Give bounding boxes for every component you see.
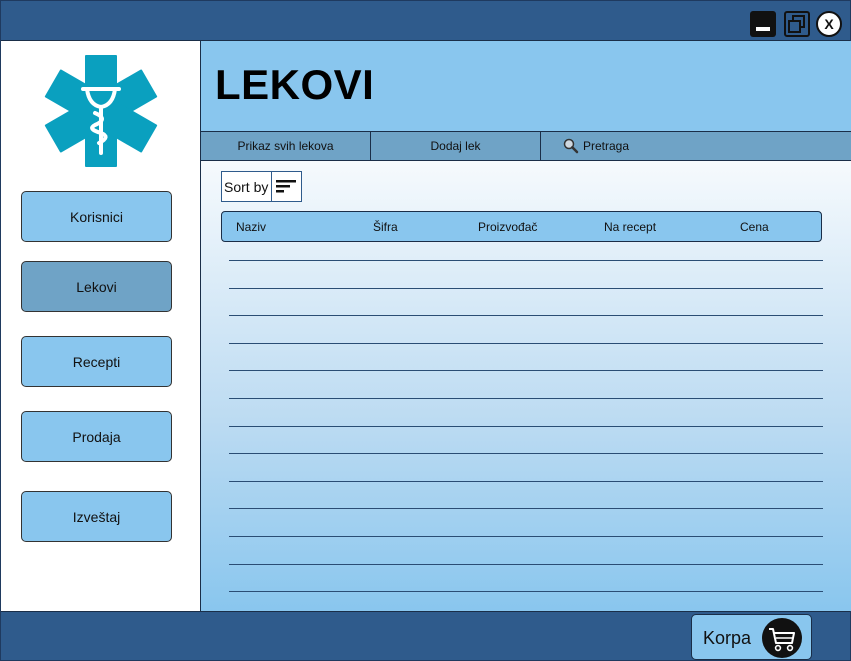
page-title: LEKOVI: [215, 61, 375, 108]
tab-pretraga[interactable]: Pretraga: [541, 132, 851, 160]
table-row[interactable]: [229, 536, 823, 537]
main-content: LEKOVI Prikaz svih lekova Dodaj lek Pret…: [201, 41, 851, 611]
sidebar-item-korisnici[interactable]: Korisnici: [21, 191, 172, 242]
cart-button[interactable]: Korpa: [691, 614, 812, 660]
app-window: X Korisnici Lekovi Recepti Prodaja Izveš…: [0, 0, 851, 661]
column-proizvodjac[interactable]: Proizvođač: [478, 220, 537, 234]
table-row[interactable]: [229, 480, 823, 482]
column-na-recept[interactable]: Na recept: [604, 220, 656, 234]
table-row[interactable]: [229, 398, 823, 399]
sidebar-item-lekovi[interactable]: Lekovi: [21, 261, 172, 312]
minimize-icon[interactable]: [750, 11, 776, 37]
sidebar-item-label: Izveštaj: [72, 508, 121, 525]
page-header: LEKOVI: [201, 41, 851, 132]
column-naziv[interactable]: Naziv: [236, 220, 266, 234]
restore-icon[interactable]: [784, 11, 810, 37]
shopping-cart-icon: [762, 618, 802, 658]
table-row[interactable]: [229, 563, 823, 565]
sort-icon: [276, 180, 296, 193]
table-row[interactable]: [229, 370, 823, 372]
sidebar-item-izvestaj[interactable]: Izveštaj: [21, 491, 172, 542]
sidebar-item-label: Lekovi: [76, 278, 117, 295]
search-icon: [563, 138, 579, 154]
tab-bar: Prikaz svih lekova Dodaj lek Pretraga: [201, 132, 851, 161]
table-row[interactable]: [229, 260, 823, 261]
tab-prikaz-svih-lekova[interactable]: Prikaz svih lekova: [201, 132, 371, 160]
tab-label: Dodaj lek: [430, 139, 481, 153]
table-row[interactable]: [229, 315, 823, 317]
sort-label: Sort by: [224, 179, 269, 195]
star-of-life-caduceus-icon: [44, 55, 158, 167]
sidebar-item-label: Recepti: [72, 353, 121, 370]
table-row[interactable]: [229, 342, 823, 344]
sidebar-item-label: Korisnici: [70, 208, 123, 225]
table-header: Naziv Šifra Proizvođač Na recept Cena: [221, 211, 822, 242]
tab-label: Prikaz svih lekova: [237, 139, 334, 153]
column-sifra[interactable]: Šifra: [373, 220, 398, 234]
footer-bar: Korpa: [1, 611, 850, 660]
sidebar: Korisnici Lekovi Recepti Prodaja Izvešta…: [1, 41, 201, 611]
table-row[interactable]: [229, 591, 823, 593]
cart-label: Korpa: [703, 628, 752, 648]
table-row[interactable]: [229, 287, 823, 289]
tab-label: Pretraga: [583, 139, 630, 153]
sidebar-item-recepti[interactable]: Recepti: [21, 336, 172, 387]
table-row[interactable]: [229, 508, 823, 510]
tab-dodaj-lek[interactable]: Dodaj lek: [371, 132, 541, 160]
table-row[interactable]: [229, 453, 823, 455]
close-button[interactable]: X: [816, 11, 842, 37]
sidebar-item-prodaja[interactable]: Prodaja: [21, 411, 172, 462]
title-bar: X: [1, 1, 850, 41]
column-cena[interactable]: Cena: [740, 220, 769, 234]
sort-control[interactable]: Sort by: [221, 171, 302, 202]
sidebar-item-label: Prodaja: [72, 428, 121, 445]
table-row[interactable]: [229, 425, 823, 427]
sort-button[interactable]: [271, 171, 302, 202]
